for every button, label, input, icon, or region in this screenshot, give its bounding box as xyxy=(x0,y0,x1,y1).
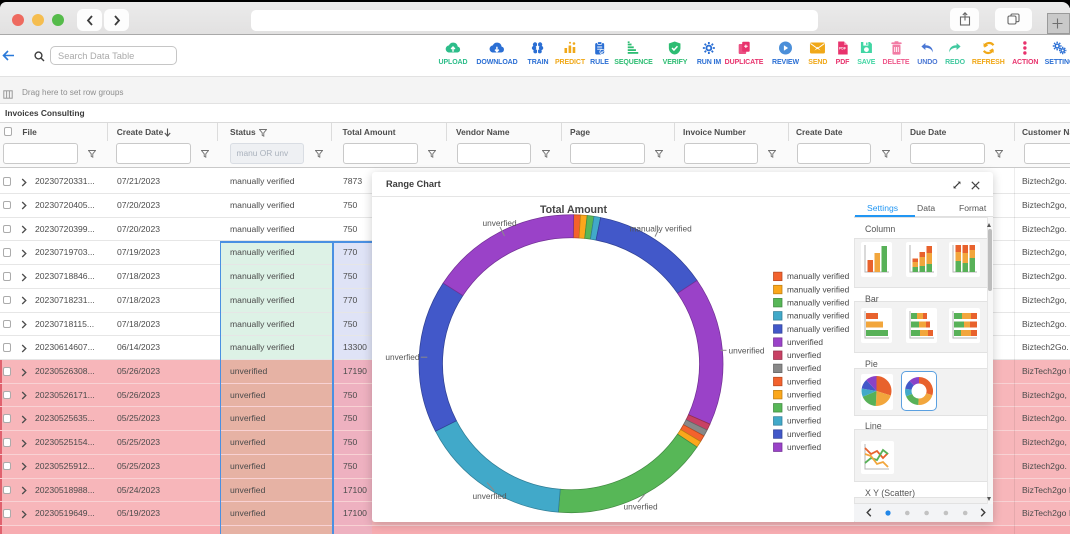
svg-text:unverfied: unverfied xyxy=(624,502,659,512)
svg-text:manually verified: manually verified xyxy=(787,324,850,334)
svg-text:unverfied: unverfied xyxy=(787,376,822,386)
svg-text:unverfied: unverfied xyxy=(787,350,822,360)
svg-text:manually verified: manually verified xyxy=(630,224,693,234)
svg-text:unverfied: unverfied xyxy=(787,389,822,399)
svg-text:unverfied: unverfied xyxy=(483,218,518,228)
svg-text:unverfied: unverfied xyxy=(787,429,822,439)
svg-text:PDF: PDF xyxy=(839,47,846,51)
svg-text:unverified: unverified xyxy=(729,345,765,355)
svg-text:manually verified: manually verified xyxy=(787,311,850,321)
svg-text:manually verified: manually verified xyxy=(787,271,850,281)
svg-text:unverfied: unverfied xyxy=(787,363,822,373)
svg-text:unverfied: unverfied xyxy=(787,442,822,452)
svg-text:Total Amount: Total Amount xyxy=(540,204,608,216)
svg-text:unverfied: unverfied xyxy=(787,403,822,413)
svg-text:unverfied: unverfied xyxy=(385,352,420,362)
svg-text:unverified: unverified xyxy=(787,337,823,347)
svg-text:manually verified: manually verified xyxy=(787,284,850,294)
svg-text:manually verified: manually verified xyxy=(787,297,850,307)
svg-text:unverfied: unverfied xyxy=(473,491,508,501)
svg-text:unverfied: unverfied xyxy=(787,416,822,426)
